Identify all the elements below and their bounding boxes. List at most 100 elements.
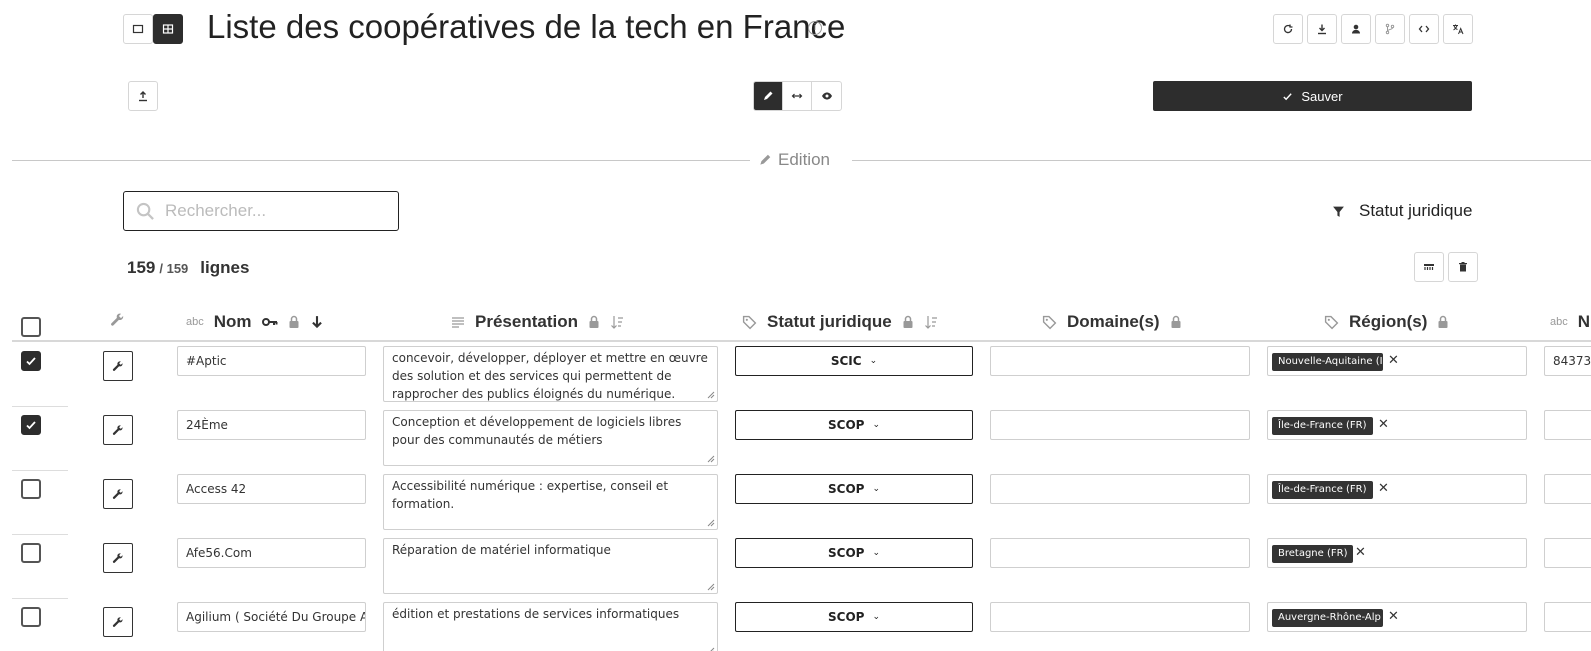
n-field[interactable] bbox=[1544, 538, 1591, 568]
nom-field[interactable]: #Aptic bbox=[177, 346, 366, 376]
resize-grip-icon[interactable] bbox=[705, 389, 715, 399]
save-label: Sauver bbox=[1301, 88, 1343, 104]
column-header-nom[interactable]: abc Nom bbox=[186, 312, 324, 332]
select-all-checkbox[interactable] bbox=[21, 317, 41, 337]
upload-icon bbox=[139, 91, 147, 102]
domaine-field[interactable] bbox=[990, 602, 1250, 632]
paragraph-icon bbox=[452, 317, 464, 328]
column-actions bbox=[110, 312, 125, 327]
remove-tag-icon[interactable]: ✕ bbox=[1388, 353, 1399, 368]
user-icon bbox=[1352, 24, 1360, 34]
save-button[interactable]: Sauver bbox=[1153, 81, 1472, 111]
check-icon bbox=[26, 357, 36, 366]
download-button[interactable] bbox=[1307, 14, 1337, 44]
presentation-field[interactable]: concevoir, développer, déployer et mettr… bbox=[383, 346, 718, 402]
translate-button[interactable] bbox=[1443, 14, 1473, 44]
n-field[interactable] bbox=[1544, 474, 1591, 504]
sort-desc-icon[interactable] bbox=[310, 315, 324, 329]
nom-field[interactable]: 24Ème bbox=[177, 410, 366, 440]
presentation-text: édition et prestations de services infor… bbox=[392, 607, 680, 621]
statut-select[interactable]: SCIC ⌄ bbox=[735, 346, 973, 376]
check-icon bbox=[26, 421, 36, 430]
columns-button[interactable] bbox=[1414, 252, 1444, 282]
row-checkbox[interactable] bbox=[21, 351, 41, 371]
delete-button[interactable] bbox=[1448, 252, 1478, 282]
resize-grip-icon[interactable] bbox=[705, 453, 715, 463]
row-actions-button[interactable] bbox=[103, 543, 133, 573]
table-view-button[interactable] bbox=[153, 14, 183, 44]
resize-grip-icon[interactable] bbox=[705, 645, 715, 651]
statut-select[interactable]: SCOP ⌄ bbox=[735, 410, 973, 440]
row-separator bbox=[12, 534, 68, 535]
statut-select[interactable]: SCOP ⌄ bbox=[735, 474, 973, 504]
remove-tag-icon[interactable]: ✕ bbox=[1378, 417, 1389, 432]
row-actions-button[interactable] bbox=[103, 415, 133, 445]
row-actions-button[interactable] bbox=[103, 351, 133, 381]
header-divider bbox=[12, 340, 1591, 342]
row-separator bbox=[12, 598, 68, 599]
search-input[interactable] bbox=[165, 201, 375, 221]
statut-value: SCOP bbox=[828, 418, 865, 432]
resize-grip-icon[interactable] bbox=[705, 581, 715, 591]
branch-button[interactable] bbox=[1375, 14, 1405, 44]
sort-icon[interactable] bbox=[924, 315, 938, 329]
row-checkbox[interactable] bbox=[21, 415, 41, 435]
remove-tag-icon[interactable]: ✕ bbox=[1388, 609, 1399, 624]
presentation-field[interactable]: Réparation de matériel informatique bbox=[383, 538, 718, 594]
n-field[interactable]: 84373 bbox=[1544, 346, 1591, 376]
presentation-field[interactable]: édition et prestations de services infor… bbox=[383, 602, 718, 651]
column-header-presentation[interactable]: Présentation bbox=[451, 312, 624, 332]
nom-field[interactable]: Afe56.Com bbox=[177, 538, 366, 568]
presentation-text: Conception et développement de logiciels… bbox=[392, 415, 682, 447]
column-header-n[interactable]: abc N bbox=[1550, 312, 1590, 332]
card-view-button[interactable] bbox=[123, 14, 153, 44]
row-checkbox[interactable] bbox=[21, 607, 41, 627]
column-label-nom: Nom bbox=[213, 312, 252, 331]
region-tag: Bretagne (FR) bbox=[1272, 545, 1354, 563]
statut-value: SCOP bbox=[828, 610, 865, 624]
user-button[interactable] bbox=[1341, 14, 1371, 44]
domaine-field[interactable] bbox=[990, 474, 1250, 504]
remove-tag-icon[interactable]: ✕ bbox=[1355, 545, 1366, 560]
filter-label: Statut juridique bbox=[1359, 201, 1473, 220]
remove-tag-icon[interactable]: ✕ bbox=[1378, 481, 1389, 496]
row-actions-button[interactable] bbox=[103, 479, 133, 509]
column-header-region[interactable]: Région(s) bbox=[1324, 312, 1449, 332]
wrench-icon bbox=[112, 553, 123, 563]
code-button[interactable] bbox=[1409, 14, 1439, 44]
text-type-icon: abc bbox=[1550, 316, 1568, 328]
info-icon[interactable]: i bbox=[808, 21, 822, 35]
nom-field[interactable]: Agilium ( Société Du Groupe A bbox=[177, 602, 366, 632]
row-actions-button[interactable] bbox=[103, 607, 133, 637]
trash-icon bbox=[1459, 262, 1467, 272]
row-checkbox[interactable] bbox=[21, 543, 41, 563]
column-label-presentation: Présentation bbox=[475, 312, 578, 331]
edit-mode-button[interactable] bbox=[754, 82, 783, 110]
domaine-field[interactable] bbox=[990, 538, 1250, 568]
column-header-statut[interactable]: Statut juridique bbox=[742, 312, 938, 332]
presentation-field[interactable]: Accessibilité numérique : expertise, con… bbox=[383, 474, 718, 530]
row-checkbox[interactable] bbox=[21, 479, 41, 499]
column-label-region: Région(s) bbox=[1349, 312, 1428, 331]
n-field[interactable] bbox=[1544, 602, 1591, 632]
n-field[interactable] bbox=[1544, 410, 1591, 440]
column-header-domaine[interactable]: Domaine(s) bbox=[1042, 312, 1182, 332]
resize-grip-icon[interactable] bbox=[705, 517, 715, 527]
statut-select[interactable]: SCOP ⌄ bbox=[735, 538, 973, 568]
domaine-field[interactable] bbox=[990, 410, 1250, 440]
check-icon bbox=[1283, 92, 1293, 100]
width-mode-button[interactable] bbox=[783, 82, 812, 110]
upload-button[interactable] bbox=[128, 81, 158, 111]
filter-button[interactable]: Statut juridique bbox=[1332, 201, 1472, 221]
presentation-field[interactable]: Conception et développement de logiciels… bbox=[383, 410, 718, 466]
presentation-text: Réparation de matériel informatique bbox=[392, 543, 611, 557]
statut-select[interactable]: SCOP ⌄ bbox=[735, 602, 973, 632]
preview-mode-button[interactable] bbox=[812, 82, 841, 110]
table-view-icon bbox=[162, 24, 174, 34]
wrench-icon bbox=[112, 489, 123, 499]
domaine-field[interactable] bbox=[990, 346, 1250, 376]
refresh-button[interactable] bbox=[1273, 14, 1303, 44]
nom-field[interactable]: Access 42 bbox=[177, 474, 366, 504]
sort-icon[interactable] bbox=[610, 315, 624, 329]
statut-value: SCIC bbox=[830, 354, 862, 368]
